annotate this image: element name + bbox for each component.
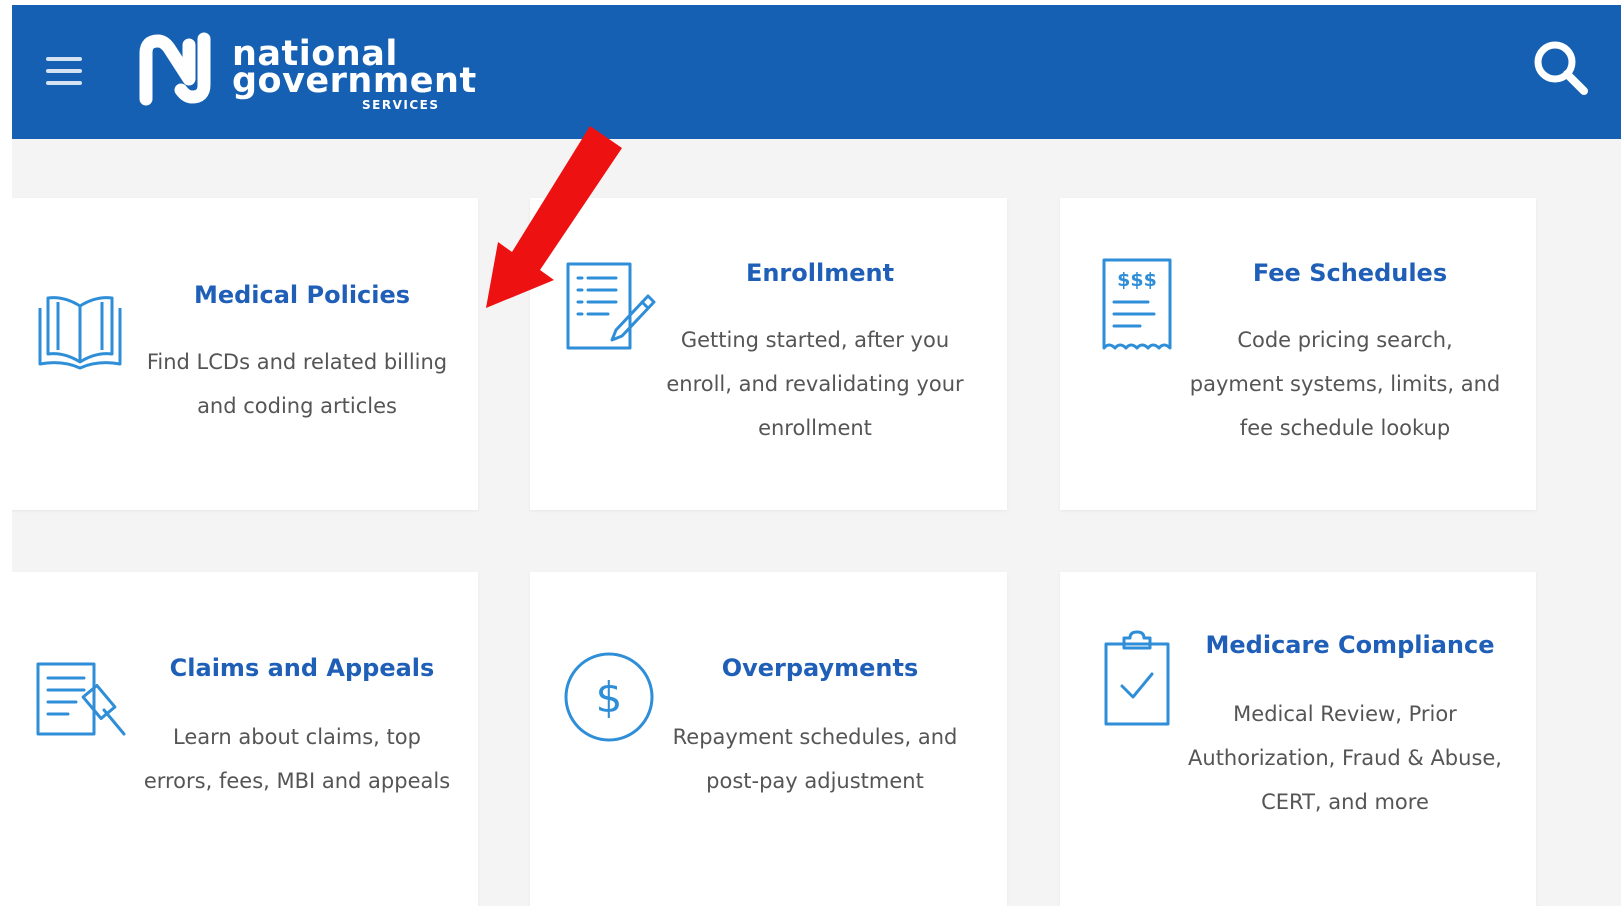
dollar-circle-icon: $: [564, 652, 654, 742]
open-book-icon: [38, 296, 122, 370]
card-description: Code pricing search, payment systems, li…: [1180, 318, 1510, 450]
card-title[interactable]: Enrollment: [670, 261, 970, 285]
form-pencil-icon: [566, 262, 656, 350]
description-line: Repayment schedules, and: [672, 725, 958, 749]
description-line: CERT, and more: [1261, 790, 1429, 814]
card-description: Medical Review, Prior Authorization, Fra…: [1180, 692, 1510, 824]
document-gavel-icon: [36, 662, 126, 736]
hamburger-menu-icon[interactable]: [46, 55, 82, 87]
card-description: Getting started, after you enroll, and r…: [650, 318, 980, 450]
card-medicare-compliance[interactable]: Medicare Compliance Medical Review, Prio…: [1060, 572, 1536, 906]
description-line: Getting started, after you: [680, 328, 950, 352]
description-line: fee schedule lookup: [1239, 416, 1451, 440]
card-description: Find LCDs and related billing and coding…: [132, 340, 462, 428]
search-icon[interactable]: [1531, 38, 1591, 98]
card-title[interactable]: Overpayments: [670, 656, 970, 680]
card-medical-policies[interactable]: Medical Policies Find LCDs and related b…: [12, 198, 478, 510]
svg-text:$: $: [596, 673, 623, 722]
card-title[interactable]: Claims and Appeals: [152, 656, 452, 680]
card-fee-schedules[interactable]: $$$ Fee Schedules Code pricing search, p…: [1060, 198, 1536, 510]
description-line: Find LCDs and related billing: [146, 350, 448, 374]
card-enrollment[interactable]: Enrollment Getting started, after you en…: [530, 198, 1007, 510]
description-line: errors, fees, MBI and appeals: [143, 769, 451, 793]
description-line: and coding articles: [197, 394, 397, 418]
description-line: post-pay adjustment: [706, 769, 924, 793]
logo-line-government: government: [232, 61, 477, 101]
card-title[interactable]: Fee Schedules: [1200, 261, 1500, 285]
logo-line-services: SERVICES: [362, 98, 440, 112]
clipboard-check-icon: [1104, 630, 1170, 726]
description-line: Authorization, Fraud & Abuse,: [1188, 746, 1502, 770]
svg-text:$$$: $$$: [1117, 269, 1157, 291]
ngs-logo-icon[interactable]: [134, 31, 216, 107]
site-header: national government SERVICES: [12, 5, 1621, 139]
card-overpayments[interactable]: $ Overpayments Repayment schedules, and …: [530, 572, 1007, 906]
description-line: Learn about claims, top: [173, 725, 421, 749]
description-line: payment systems, limits, and: [1189, 372, 1501, 396]
card-description: Learn about claims, top errors, fees, MB…: [132, 715, 462, 803]
logo-wordmark[interactable]: national government SERVICES: [232, 31, 492, 121]
card-description: Repayment schedules, and post-pay adjust…: [650, 715, 980, 803]
description-line: Code pricing search,: [1237, 328, 1453, 352]
description-line: enrollment: [758, 416, 872, 440]
card-title[interactable]: Medicare Compliance: [1200, 633, 1500, 657]
page: national government SERVICES Medical Pol…: [12, 5, 1621, 906]
card-title[interactable]: Medical Policies: [152, 283, 452, 307]
description-line: Medical Review, Prior: [1233, 702, 1457, 726]
description-line: enroll, and revalidating your: [666, 372, 964, 396]
receipt-icon: $$$: [1102, 258, 1172, 350]
card-claims-appeals[interactable]: Claims and Appeals Learn about claims, t…: [12, 572, 478, 906]
